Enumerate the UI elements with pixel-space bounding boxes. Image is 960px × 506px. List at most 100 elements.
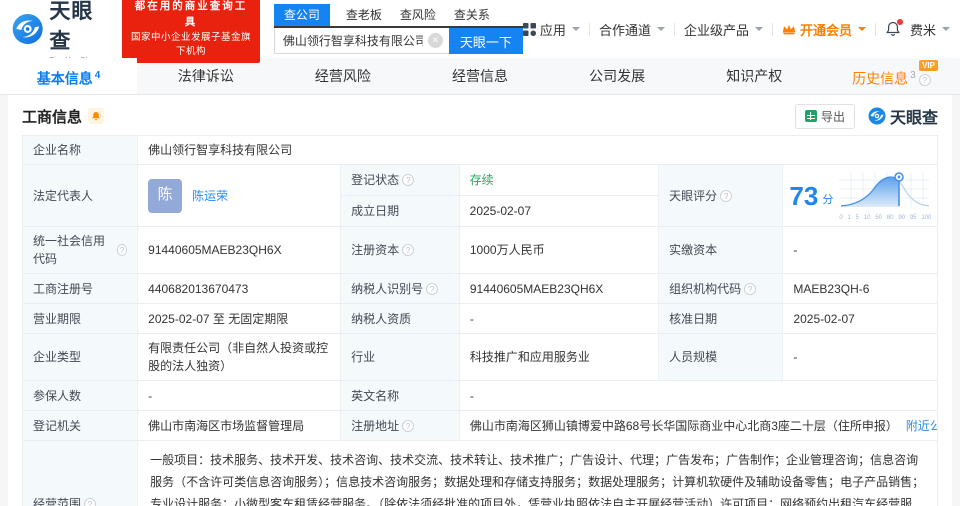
field-label-paid-capital: 实缴资本	[659, 227, 784, 273]
chevron-down-icon	[571, 27, 580, 31]
field-value-reg-no: 440682013670473	[138, 274, 342, 303]
field-value-english-name: -	[469, 388, 474, 403]
tab-legal-litigation[interactable]: 法律诉讼	[137, 58, 274, 94]
nav-open-vip[interactable]: 开通会员	[782, 20, 866, 39]
field-label-company-type: 企业类型	[23, 334, 139, 380]
top-header: 天眼查 TianYanCha.com 都在用的商业查询工具 国家中小企业发展子基…	[0, 0, 960, 64]
field-value-establish-date: 2025-02-07	[469, 204, 532, 218]
divider	[874, 22, 876, 36]
section-title: 工商信息	[22, 108, 83, 126]
field-label-address: 注册地址	[341, 411, 460, 440]
score-value: 73	[789, 180, 819, 211]
table-row: 统一社会信用代码 91440605MAEB23QH6X 注册资本 1000万人民…	[23, 227, 937, 274]
field-label-insured: 参保人数	[23, 381, 139, 410]
nav-apps[interactable]: 应用	[522, 20, 580, 39]
field-label-staff-size: 人员规模	[659, 334, 784, 380]
field-label-tyc-score: 天眼评分	[659, 165, 784, 226]
field-value-approve-date: 2025-02-07	[793, 311, 855, 326]
search-tab-relation[interactable]: 查关系	[452, 4, 492, 26]
tianyancha-swirl-icon	[868, 107, 886, 125]
field-label-english-name: 英文名称	[341, 381, 460, 410]
logo-text: 天眼查	[49, 0, 94, 53]
crown-icon	[782, 24, 796, 35]
tab-operation-info[interactable]: 经营信息	[411, 58, 548, 94]
clear-icon[interactable]	[427, 33, 443, 48]
field-label-uscc: 统一社会信用代码	[23, 227, 139, 273]
field-value-term: 2025-02-07 至 无固定期限	[138, 304, 342, 333]
top-nav: 应用 合作通道 企业级产品 开通会员 费米	[522, 19, 950, 39]
excel-icon	[804, 110, 817, 122]
help-icon[interactable]	[84, 498, 97, 506]
export-button[interactable]: 导出	[794, 103, 855, 129]
nav-enterprise-products[interactable]: 企业级产品	[684, 20, 763, 39]
section-tabbar: 基本信息 4 法律诉讼 经营风险 经营信息 公司发展 知识产权 VIP 历史信息 3	[0, 58, 960, 95]
help-icon[interactable]	[918, 73, 931, 86]
tab-operation-risk[interactable]: 经营风险	[274, 58, 411, 94]
help-icon[interactable]	[402, 244, 415, 256]
field-value-taxpayer-quality: -	[460, 304, 660, 333]
score-chart-axis: 01 5 10 50 80 90 95 100	[839, 215, 932, 221]
nav-partner-channel[interactable]: 合作通道	[599, 20, 665, 39]
field-label-reg-no: 工商注册号	[23, 274, 139, 303]
help-icon[interactable]	[744, 282, 757, 295]
field-label-taxpayer-id: 纳税人识别号	[341, 274, 460, 303]
score-marker-pin	[894, 172, 905, 182]
field-label-industry: 行业	[341, 334, 460, 380]
field-value-legal-rep: 陈 陈运荣	[138, 165, 342, 226]
search-tab-risk[interactable]: 查风险	[398, 4, 438, 26]
field-label-legal-rep: 法定代表人	[23, 165, 139, 226]
subscribe-bell-icon[interactable]	[88, 108, 105, 124]
tab-intellectual-property[interactable]: 知识产权	[686, 58, 823, 94]
chevron-down-icon	[656, 27, 665, 31]
field-label-org-code: 组织机构代码	[659, 274, 784, 303]
search-tab-boss[interactable]: 查老板	[344, 4, 384, 26]
field-value-tyc-score: 73 分 0 1 5 10 50 80 90 95 100	[783, 165, 937, 226]
slogan-line2: 国家中小企业发展子基金旗下机构	[130, 31, 251, 57]
nav-user[interactable]: 费米	[910, 20, 950, 39]
field-value-reg-capital: 1000万人民币	[460, 227, 660, 273]
help-icon[interactable]	[402, 419, 415, 432]
divider	[771, 22, 773, 36]
field-value-reg-status: 存续	[469, 173, 494, 187]
legal-rep-avatar[interactable]: 陈	[148, 178, 183, 213]
field-label-reg-capital: 注册资本	[341, 227, 460, 273]
field-value-company-name: 佛山领行智享科技有限公司	[148, 143, 293, 157]
registration-info-table: 企业名称 佛山领行智享科技有限公司 法定代表人 陈 陈运荣 登记状态 存续 成立…	[22, 135, 938, 506]
tianyancha-swirl-icon	[12, 13, 43, 45]
tab-company-development[interactable]: 公司发展	[549, 58, 686, 94]
chevron-down-icon	[857, 27, 866, 31]
field-label-establish-date: 成立日期	[341, 196, 460, 226]
watermark-logo: 天眼查	[867, 104, 938, 128]
help-icon[interactable]	[402, 174, 415, 186]
slogan-line1: 都在用的商业查询工具	[134, 0, 248, 28]
score-distribution-chart: 01 5 10 50 80 90 95 100	[839, 170, 931, 221]
notification-bell-icon[interactable]	[885, 19, 903, 37]
search-button[interactable]: 天眼一下	[448, 28, 523, 54]
chevron-down-icon	[942, 27, 950, 31]
nearby-companies-link[interactable]: 附近公司	[906, 417, 937, 435]
field-value-org-code: MAEB23QH-6	[793, 281, 870, 296]
notification-dot	[896, 19, 903, 25]
field-label-taxpayer-quality: 纳税人资质	[341, 304, 460, 333]
field-value-paid-capital: -	[793, 243, 798, 257]
table-row: 企业名称 佛山领行智享科技有限公司	[23, 136, 937, 165]
table-row: 工商注册号 440682013670473 纳税人识别号 91440605MAE…	[23, 274, 937, 304]
legal-rep-link[interactable]: 陈运荣	[192, 187, 228, 205]
search-tab-company[interactable]: 查公司	[273, 4, 330, 26]
tianyancha-logo[interactable]: 天眼查 TianYanCha.com	[10, 0, 114, 64]
field-value-address: 佛山市南海区狮山镇博爱中路68号长华国际商业中心北商3座二十层（住所申报） 附近…	[460, 411, 937, 440]
field-value-business-scope: 一般项目：技术服务、技术开发、技术咨询、技术交流、技术转让、技术推广；广告设计、…	[150, 453, 925, 506]
table-row: 企业类型 有限责任公司（非自然人投资或控股的法人独资） 行业 科技推广和应用服务…	[23, 334, 937, 381]
help-icon[interactable]	[720, 189, 733, 202]
divider	[673, 22, 675, 36]
table-row: 登记机关 佛山市南海区市场监督管理局 注册地址 佛山市南海区狮山镇博爱中路68号…	[23, 411, 937, 441]
tab-history-info[interactable]: VIP 历史信息 3	[823, 58, 960, 94]
score-unit: 分	[822, 194, 834, 207]
field-value-company-type: 有限责任公司（非自然人投资或控股的法人独资）	[138, 334, 342, 380]
field-label-authority: 登记机关	[23, 411, 139, 440]
table-row: 参保人数 - 英文名称 -	[23, 381, 937, 411]
help-icon[interactable]	[426, 282, 439, 295]
help-icon[interactable]	[116, 244, 128, 256]
search-input[interactable]	[273, 28, 449, 54]
tab-basic-info[interactable]: 基本信息 4	[0, 58, 138, 94]
